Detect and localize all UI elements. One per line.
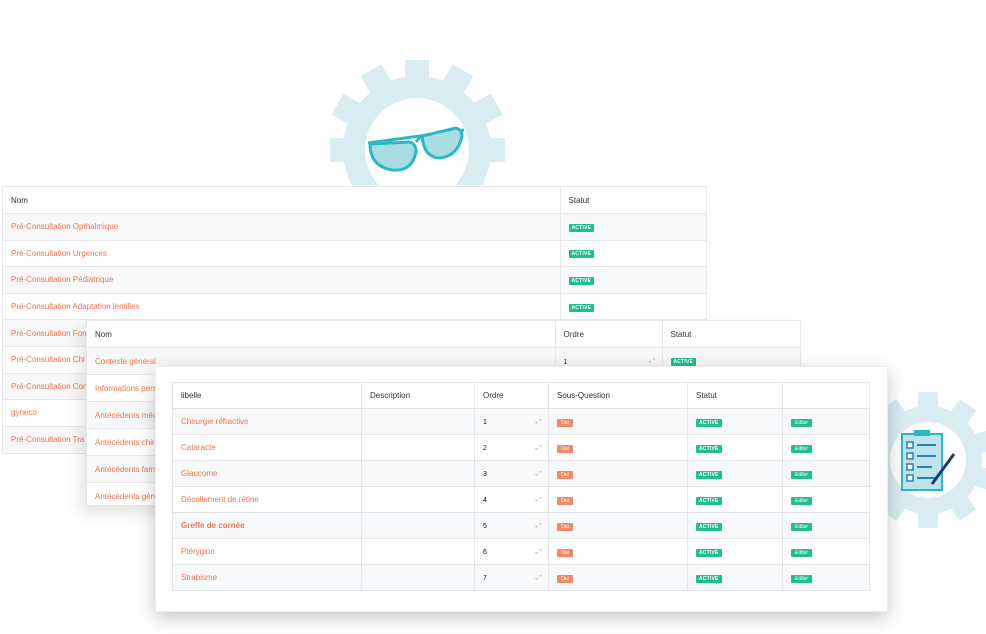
table-row: Chirurgie réfractive 1 ⌄⌃ Oui ACTIVE Edit… [172, 408, 870, 435]
status-badge: ACTIVE [568, 223, 595, 232]
table-row: Cataracte 2 ⌄⌃ Oui ACTIVE Editer [172, 434, 870, 461]
description-cell [361, 512, 475, 539]
description-cell [361, 538, 475, 565]
row-link[interactable]: Pré-Consultation Urgences [11, 249, 107, 258]
table-row: Greffe de cornée 5 ⌄⌃ Oui ACTIVE Editer [172, 512, 870, 539]
column-header-ordre: Ordre [474, 382, 549, 409]
table-row: Glaucome 3 ⌄⌃ Oui ACTIVE Editer [172, 460, 870, 487]
row-link[interactable]: Antécédents chiru [95, 438, 159, 447]
row-link[interactable]: Contexte général [95, 357, 156, 366]
edit-button[interactable]: Editer [791, 548, 813, 557]
column-header-description: Description [361, 382, 475, 409]
status-badge: ACTIVE [696, 496, 722, 505]
edit-button[interactable]: Editer [791, 496, 813, 505]
question-table: libelle Description Ordre Sous-Question … [172, 382, 870, 591]
sub-question-badge: Oui [557, 444, 573, 453]
edit-button[interactable]: Editer [791, 444, 813, 453]
column-header-ordre: Ordre [555, 321, 663, 348]
sort-arrows-icon[interactable]: ⌄⌃ [534, 496, 543, 503]
gear-glasses-icon [330, 60, 505, 185]
column-header-libelle: libelle [172, 382, 362, 409]
edit-button[interactable]: Editer [791, 418, 813, 427]
row-link[interactable]: Cataracte [181, 443, 216, 452]
row-link[interactable]: Pré-Consultation Chi [11, 355, 85, 364]
status-badge: ACTIVE [568, 303, 595, 312]
edit-button[interactable]: Editer [791, 470, 813, 479]
column-header-nom: Nom [3, 187, 561, 214]
sub-question-badge: Oui [557, 574, 573, 583]
status-badge: ACTIVE [696, 418, 722, 427]
status-badge: ACTIVE [568, 250, 595, 259]
order-value: 3 [483, 471, 487, 478]
description-cell [361, 434, 475, 461]
table-row: Pré-Consultation Adaptation lentilles AC… [3, 292, 707, 320]
edit-button[interactable]: Editer [791, 574, 813, 583]
row-link[interactable]: Pré-Consultation Con [11, 382, 87, 391]
sort-arrows-icon[interactable]: ⌄⌃ [534, 548, 543, 555]
row-link[interactable]: Pré-Consultation Fon [11, 329, 87, 338]
description-cell [361, 408, 475, 435]
sub-question-badge: Oui [557, 548, 573, 557]
column-header-action [782, 382, 870, 409]
table-row: Décollement de rétine 4 ⌄⌃ Oui ACTIVE Edi… [172, 486, 870, 513]
table-row: Ptérygion 6 ⌄⌃ Oui ACTIVE Editer [172, 538, 870, 565]
status-badge: ACTIVE [568, 276, 595, 285]
row-link[interactable]: Strabisme [181, 573, 217, 582]
row-link[interactable]: Pré-Consultation Tra [11, 435, 84, 444]
sub-question-badge: Oui [557, 496, 573, 505]
edit-button[interactable]: Editer [791, 522, 813, 531]
sort-arrows-icon[interactable]: ⌄⌃ [534, 444, 543, 451]
table-row: Pré-Consultation Opthalmique ACTIVE [3, 213, 707, 241]
order-value: 1 [563, 358, 568, 366]
description-cell [361, 564, 475, 591]
column-header-statut: Statut [687, 382, 783, 409]
status-badge: ACTIVE [670, 358, 697, 366]
row-link[interactable]: Pré-Consultation Adaptation lentilles [11, 302, 140, 311]
sort-arrows-icon[interactable]: ⌄⌃ [534, 470, 543, 477]
order-value: 5 [483, 523, 487, 530]
sub-question-badge: Oui [557, 418, 573, 427]
row-link[interactable]: Antécédents médi [95, 411, 159, 420]
row-link[interactable]: gyneco [11, 408, 37, 417]
row-link[interactable]: Pré-Consultation Pédiatrique [11, 275, 113, 284]
sort-arrows-icon[interactable]: ⌄⌃ [534, 418, 543, 425]
sort-arrows-icon[interactable]: ⌄⌃ [647, 358, 656, 365]
column-header-statut: Statut [662, 321, 801, 348]
sub-question-badge: Oui [557, 470, 573, 479]
sub-question-badge: Oui [557, 522, 573, 531]
sort-arrows-icon[interactable]: ⌄⌃ [534, 574, 543, 581]
column-header-statut: Statut [560, 187, 707, 214]
order-value: 1 [483, 419, 487, 426]
question-list-panel: libelle Description Ordre Sous-Question … [155, 366, 888, 612]
sort-arrows-icon[interactable]: ⌄⌃ [534, 522, 543, 529]
order-value: 7 [483, 575, 487, 582]
table-row: Pré-Consultation Urgences ACTIVE [3, 239, 707, 267]
order-value: 2 [483, 445, 487, 452]
status-badge: ACTIVE [696, 548, 722, 557]
row-link[interactable]: Antécédents famil [95, 465, 159, 474]
row-link[interactable]: Glaucome [181, 469, 217, 478]
status-badge: ACTIVE [696, 574, 722, 583]
row-link[interactable]: Chirurgie réfractive [181, 417, 249, 426]
row-link[interactable]: Greffe de cornée [181, 521, 245, 530]
status-badge: ACTIVE [696, 470, 722, 479]
table-row: Strabisme 7 ⌄⌃ Oui ACTIVE Editer [172, 564, 870, 591]
status-badge: ACTIVE [696, 444, 722, 453]
description-cell [361, 486, 475, 513]
description-cell [361, 460, 475, 487]
order-value: 6 [483, 549, 487, 556]
row-link[interactable]: Ptérygion [181, 547, 215, 556]
order-value: 4 [483, 497, 487, 504]
column-header-sous-question: Sous-Question [548, 382, 688, 409]
status-badge: ACTIVE [696, 522, 722, 531]
row-link[interactable]: Antécédents géné [95, 492, 160, 501]
table-row: Pré-Consultation Pédiatrique ACTIVE [3, 266, 707, 294]
row-link[interactable]: Décollement de rétine [181, 495, 259, 504]
row-link[interactable]: Pré-Consultation Opthalmique [11, 222, 118, 231]
column-header-nom: Nom [87, 321, 556, 348]
row-link[interactable]: Informations perso [95, 384, 161, 393]
